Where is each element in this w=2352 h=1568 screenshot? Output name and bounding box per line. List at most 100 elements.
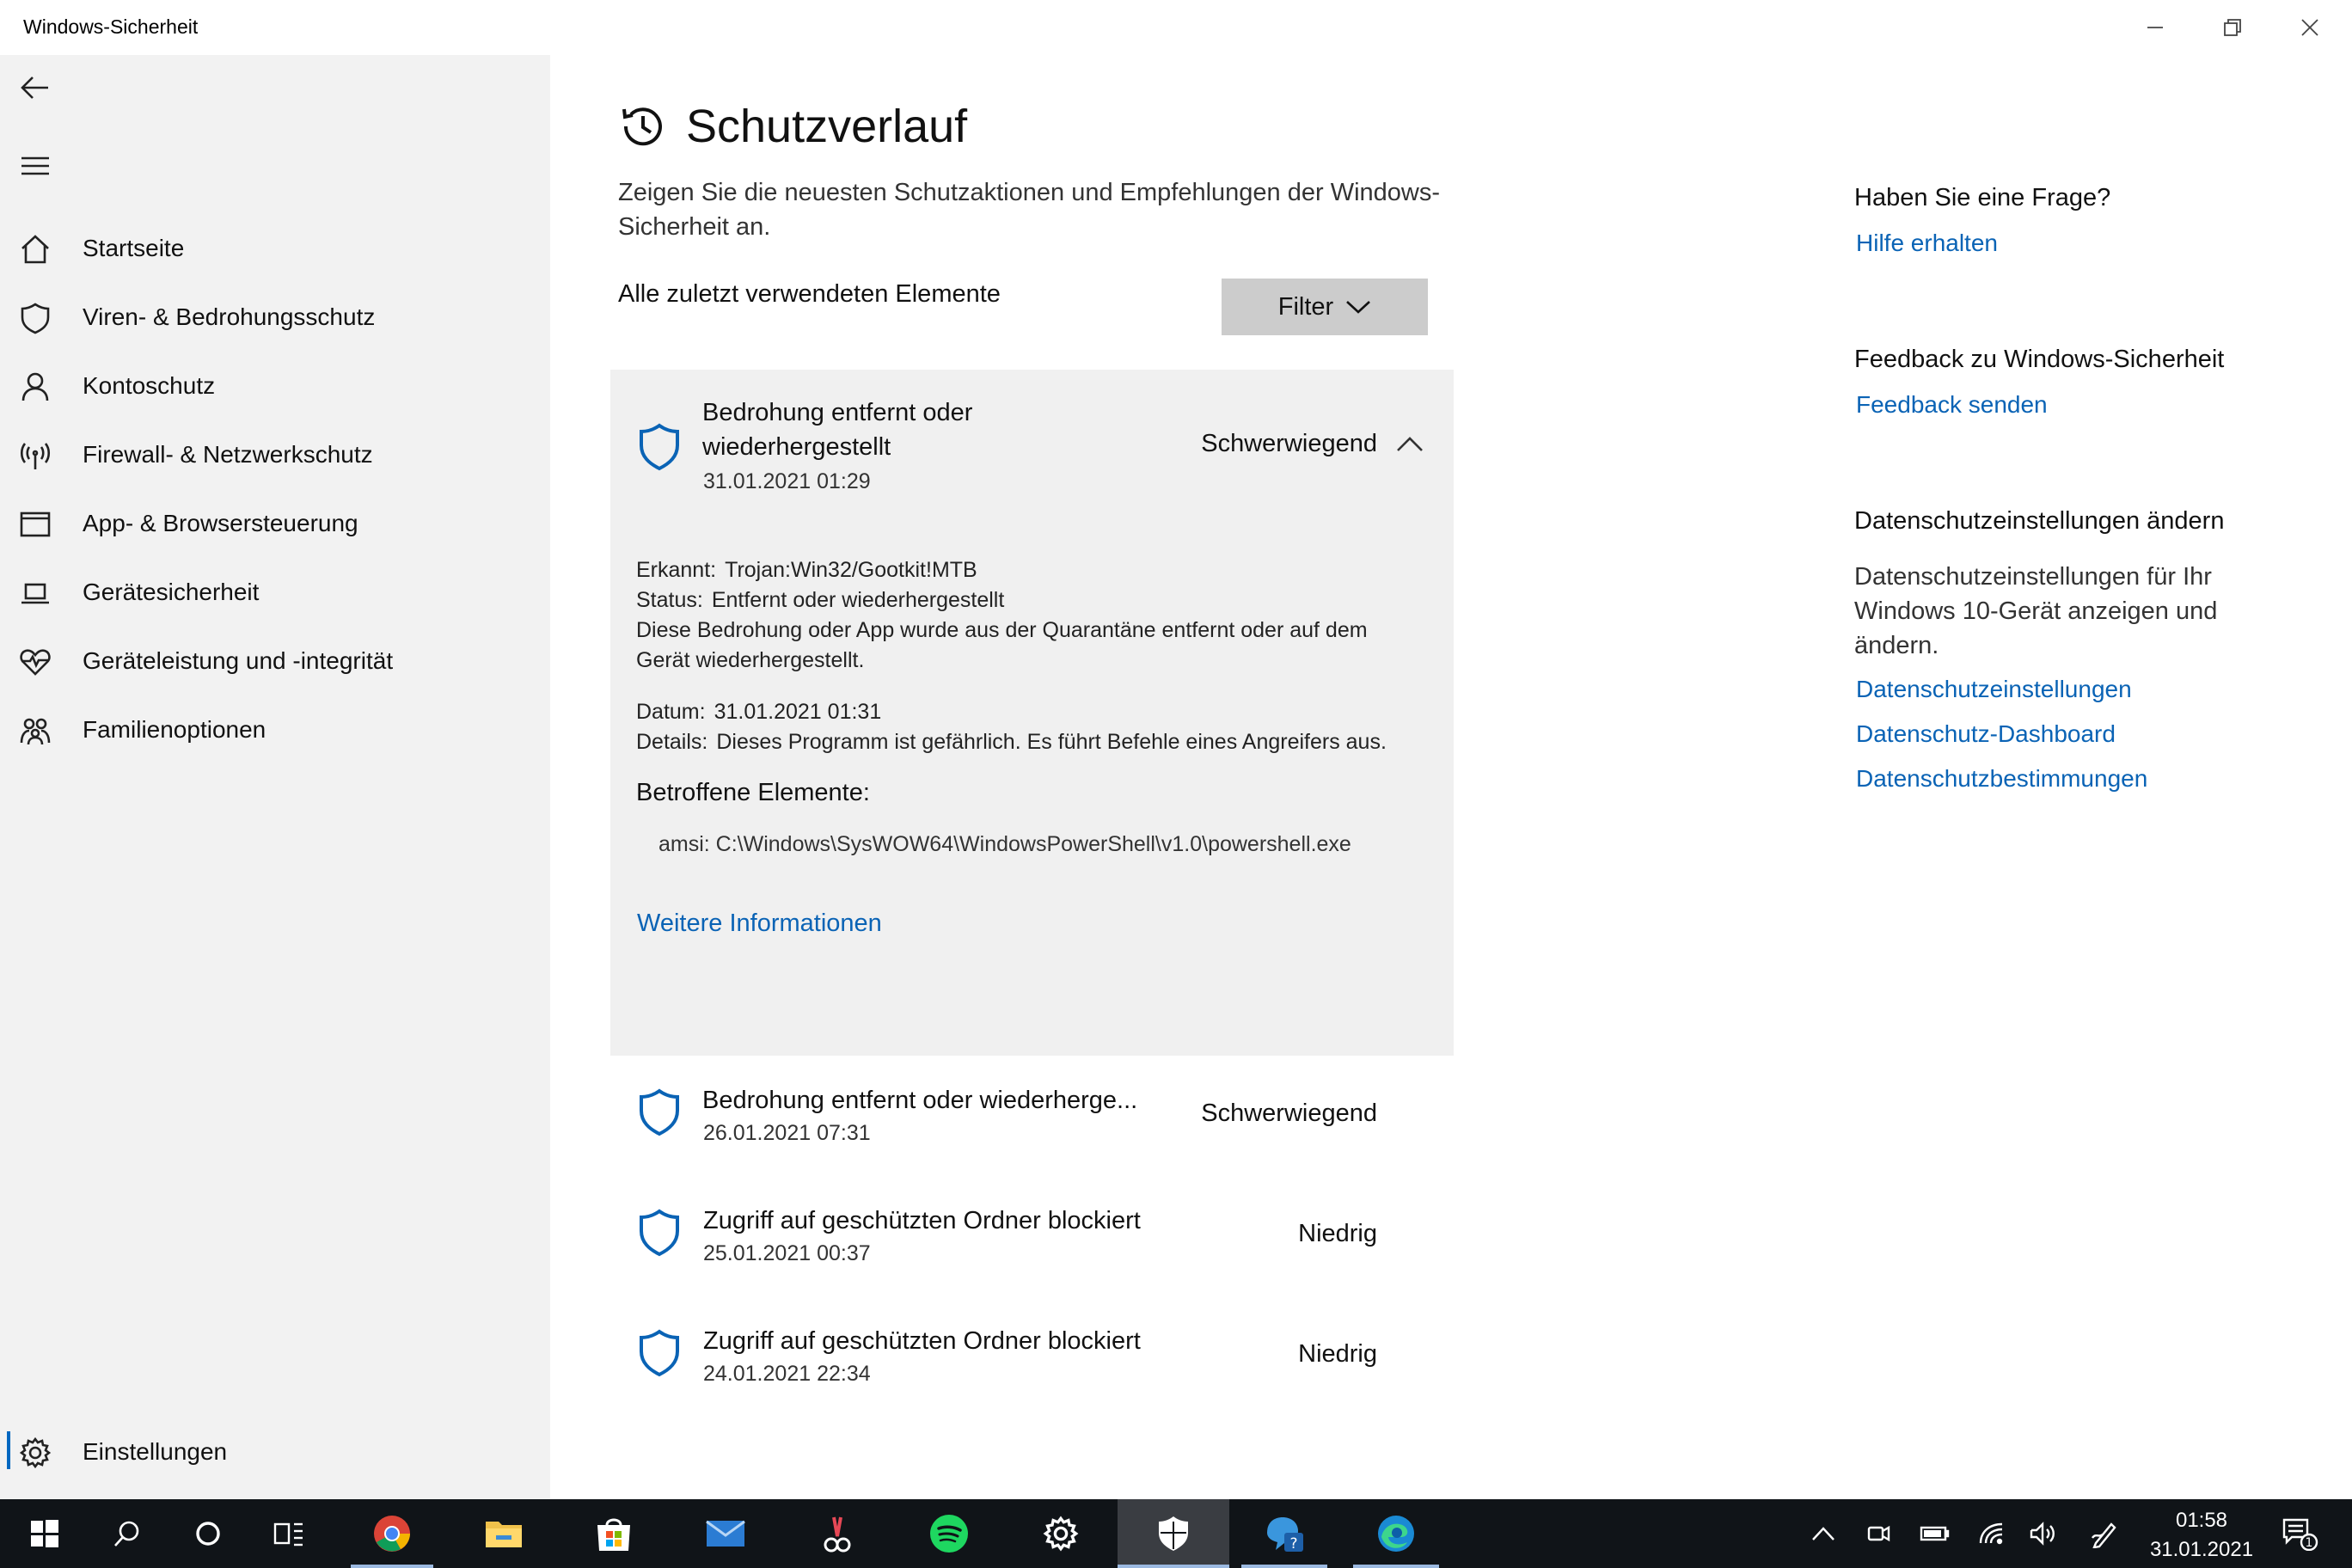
- shield-icon: [638, 1088, 681, 1136]
- affected-heading: Betroffene Elemente:: [636, 779, 870, 806]
- sidebar-item-label: Familienoptionen: [83, 716, 266, 743]
- history-item[interactable]: Zugriff auf geschützten Ordner blockiert…: [610, 1176, 1454, 1296]
- cortana-icon: [196, 1522, 220, 1546]
- windows-start-icon: [31, 1520, 58, 1547]
- privacy-statement-link[interactable]: Datenschutzbestimmungen: [1856, 765, 2147, 793]
- battery-icon: [1920, 1526, 1950, 1541]
- get-help-button[interactable]: ?: [1238, 1499, 1331, 1568]
- shield-icon: [638, 1329, 681, 1377]
- sidebar-item-app-browser[interactable]: App- & Browsersteuerung: [0, 493, 550, 554]
- close-button[interactable]: [2271, 0, 2349, 55]
- pen-icon: [2092, 1522, 2116, 1548]
- snipping-tool-button[interactable]: [793, 1499, 882, 1568]
- pen-workspace-button[interactable]: [2084, 1499, 2127, 1568]
- sidebar-item-home[interactable]: Startseite: [0, 217, 550, 279]
- snipping-icon: [824, 1516, 851, 1553]
- spotify-button[interactable]: [904, 1499, 994, 1568]
- feedback-link[interactable]: Feedback senden: [1856, 391, 2048, 419]
- file-explorer-icon: [486, 1522, 522, 1547]
- volume-button[interactable]: [2022, 1499, 2065, 1568]
- sidebar-item-settings[interactable]: Einstellungen: [0, 1421, 550, 1483]
- back-button[interactable]: [15, 68, 55, 107]
- sidebar-item-firewall[interactable]: Firewall- & Netzwerkschutz: [0, 424, 550, 486]
- date-key: Datum:: [636, 700, 706, 724]
- question-heading: Haben Sie eine Frage?: [1854, 184, 2111, 211]
- battery-button[interactable]: [1914, 1499, 1957, 1568]
- sidebar-item-label: App- & Browsersteuerung: [83, 510, 358, 536]
- sidebar-item-label: Firewall- & Netzwerkschutz: [83, 441, 373, 468]
- privacy-heading: Datenschutzeinstellungen ändern: [1854, 507, 2225, 535]
- store-button[interactable]: [569, 1499, 658, 1568]
- running-indicator: [1118, 1565, 1229, 1568]
- item-date: 31.01.2021 01:29: [703, 469, 871, 493]
- status-value: Entfernt oder wiederhergestellt: [711, 588, 1005, 612]
- filter-button[interactable]: Filter: [1222, 279, 1428, 335]
- edge-button[interactable]: [1350, 1499, 1442, 1568]
- windows-security-button[interactable]: [1118, 1499, 1229, 1568]
- clock[interactable]: 01:58 31.01.2021: [2128, 1506, 2275, 1565]
- file-explorer-button[interactable]: [457, 1499, 550, 1568]
- notification-count: 1: [2306, 1536, 2313, 1550]
- taskbar: ? 01:58 31.01.2021 1: [0, 1499, 2352, 1568]
- sidebar-item-label: Startseite: [83, 235, 185, 261]
- detected-row: Erkannt: Trojan:Win32/Gootkit!MTB: [636, 555, 977, 585]
- status-key: Status:: [636, 588, 703, 612]
- mail-icon: [706, 1520, 745, 1547]
- more-info-link[interactable]: Weitere Informationen: [637, 910, 882, 938]
- item-severity: Niedrig: [1298, 1340, 1377, 1368]
- chrome-button[interactable]: [346, 1499, 438, 1568]
- item-title: Bedrohung entfernt oder wiederherge...: [702, 1087, 1138, 1114]
- gear-icon: [19, 1436, 52, 1469]
- heart-pulse-icon: [19, 646, 52, 678]
- sidebar-item-account-protection[interactable]: Kontoschutz: [0, 355, 550, 417]
- main-content: Schutzverlauf Zeigen Sie die neuesten Sc…: [550, 55, 2352, 1499]
- privacy-settings-link[interactable]: Datenschutzeinstellungen: [1856, 676, 2132, 703]
- running-indicator: [1241, 1565, 1327, 1568]
- shield-icon: [638, 423, 681, 471]
- minimize-button[interactable]: [2116, 0, 2194, 55]
- history-item[interactable]: Bedrohung entfernt oder wiederherge... 2…: [610, 1056, 1454, 1176]
- sidebar-item-device-security[interactable]: Gerätesicherheit: [0, 561, 550, 623]
- meet-now-button[interactable]: [1859, 1499, 1898, 1568]
- action-center-button[interactable]: 1: [2275, 1499, 2326, 1568]
- sidebar-item-label: Kontoschutz: [83, 372, 216, 399]
- item-title: Zugriff auf geschützten Ordner blockiert: [703, 1327, 1141, 1355]
- privacy-dashboard-link[interactable]: Datenschutz-Dashboard: [1856, 720, 2116, 748]
- details-value: Dieses Programm ist gefährlich. Es führt…: [716, 730, 1387, 754]
- menu-button[interactable]: [15, 146, 55, 186]
- cortana-button[interactable]: [163, 1499, 253, 1568]
- settings-app-button[interactable]: [1016, 1499, 1106, 1568]
- note-line: Gerät wiederhergestellt.: [636, 648, 865, 672]
- person-icon: [19, 371, 52, 403]
- restore-button[interactable]: [2194, 0, 2271, 55]
- item-title: Bedrohung entfernt oder wiederhergestell…: [702, 395, 972, 464]
- camera-icon: [1867, 1525, 1890, 1542]
- show-hidden-icons-button[interactable]: [1804, 1499, 1843, 1568]
- back-arrow-icon: [21, 77, 48, 99]
- collapse-button[interactable]: [1396, 435, 1424, 458]
- speaker-icon: [2030, 1522, 2055, 1546]
- mail-button[interactable]: [681, 1499, 770, 1568]
- home-icon: [19, 233, 52, 266]
- affected-path: amsi: C:\Windows\SysWOW64\WindowsPowerSh…: [658, 832, 1351, 856]
- history-item-expanded[interactable]: Bedrohung entfernt oder wiederhergestell…: [610, 370, 1454, 1056]
- chevron-down-icon: [1346, 301, 1371, 314]
- section-label: Alle zuletzt verwendeten Elemente: [618, 280, 1001, 308]
- history-item[interactable]: Zugriff auf geschützten Ordner blockiert…: [610, 1296, 1454, 1417]
- task-view-icon: [273, 1522, 303, 1547]
- help-link[interactable]: Hilfe erhalten: [1856, 230, 1998, 257]
- sidebar-item-virus-protection[interactable]: Viren- & Bedrohungsschutz: [0, 286, 550, 348]
- title-bar: Windows-Sicherheit: [0, 0, 2352, 55]
- search-icon: [114, 1521, 139, 1547]
- privacy-text: Datenschutzeinstellungen für Ihr Windows…: [1854, 563, 2218, 659]
- network-button[interactable]: [1970, 1499, 2013, 1568]
- sidebar-item-device-performance[interactable]: Geräteleistung und -integrität: [0, 630, 550, 692]
- page-title: Schutzverlauf: [686, 101, 968, 152]
- spotify-icon: [930, 1515, 968, 1553]
- family-icon: [19, 714, 52, 747]
- item-severity: Niedrig: [1298, 1220, 1377, 1247]
- search-button[interactable]: [83, 1499, 172, 1568]
- sidebar-item-family-options[interactable]: Familienoptionen: [0, 699, 550, 761]
- start-button[interactable]: [0, 1499, 89, 1568]
- task-view-button[interactable]: [244, 1499, 334, 1568]
